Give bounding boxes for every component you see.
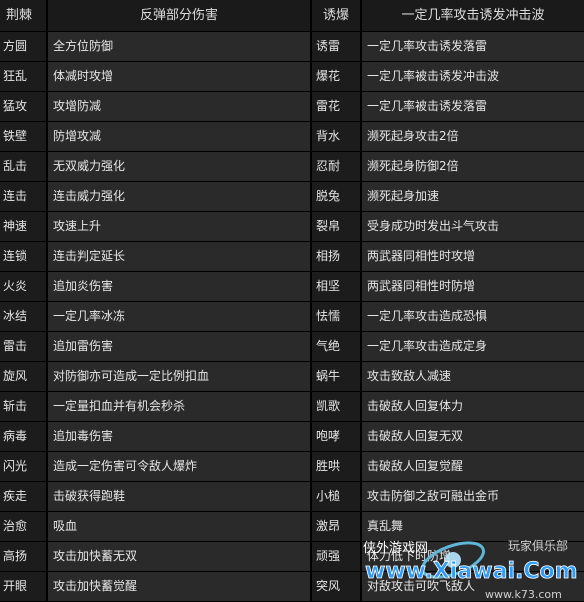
skill-effect-cell: 濒死起身攻击2倍 bbox=[362, 122, 584, 152]
skill-name-cell: 咆哮 bbox=[312, 422, 362, 452]
skill-effect-cell: 击破敌人回复体力 bbox=[362, 392, 584, 422]
skill-effect-cell: 追加雷伤害 bbox=[48, 332, 312, 362]
skill-name-cell: 铁壁 bbox=[0, 122, 48, 152]
skill-effect-cell: 攻击加快蓄无双 bbox=[48, 542, 312, 572]
skill-name-cell: 闪光 bbox=[0, 452, 48, 482]
skill-effect-cell: 一定几率攻击造成定身 bbox=[362, 332, 584, 362]
skill-name-cell: 气绝 bbox=[312, 332, 362, 362]
skill-name-cell: 裂帛 bbox=[312, 212, 362, 242]
skill-effect-cell: 全方位防御 bbox=[48, 32, 312, 62]
header-cell: 荆棘 bbox=[0, 0, 48, 32]
skill-effect-cell: 攻击加快蓄觉醒 bbox=[48, 572, 312, 602]
skill-name-cell: 脱兔 bbox=[312, 182, 362, 212]
skill-effect-cell: 一定几率攻击诱发落雷 bbox=[362, 32, 584, 62]
skill-effect-cell: 防增攻减 bbox=[48, 122, 312, 152]
skill-effect-cell: 造成一定伤害可令敌人爆炸 bbox=[48, 452, 312, 482]
skill-name-cell: 旋风 bbox=[0, 362, 48, 392]
skill-effect-cell: 濒死起身加速 bbox=[362, 182, 584, 212]
skill-effect-cell: 吸血 bbox=[48, 512, 312, 542]
skill-effect-cell: 击破敌人回复觉醒 bbox=[362, 452, 584, 482]
skill-name-cell: 爆花 bbox=[312, 62, 362, 92]
skill-name-cell: 背水 bbox=[312, 122, 362, 152]
skill-name-cell: 激昂 bbox=[312, 512, 362, 542]
skill-effect-cell: 体力低下时防增 bbox=[362, 542, 584, 572]
skill-name-cell: 相扬 bbox=[312, 242, 362, 272]
skill-name-cell: 雷花 bbox=[312, 92, 362, 122]
skill-effect-cell: 真乱舞 bbox=[362, 512, 584, 542]
skill-effect-cell: 连击判定延长 bbox=[48, 242, 312, 272]
skill-name-cell: 病毒 bbox=[0, 422, 48, 452]
skill-name-cell: 高扬 bbox=[0, 542, 48, 572]
skill-name-cell: 连锁 bbox=[0, 242, 48, 272]
skill-effect-cell: 一定几率被击诱发冲击波 bbox=[362, 62, 584, 92]
skill-effect-cell: 攻击致敌人减速 bbox=[362, 362, 584, 392]
skill-effect-cell: 追加炎伤害 bbox=[48, 272, 312, 302]
skill-name-cell: 蜗牛 bbox=[312, 362, 362, 392]
skill-effect-cell: 对防御亦可造成一定比例扣血 bbox=[48, 362, 312, 392]
skill-name-cell: 突风 bbox=[312, 572, 362, 602]
skill-effect-cell: 一定几率冰冻 bbox=[48, 302, 312, 332]
header-cell: 反弹部分伤害 bbox=[48, 0, 312, 32]
skill-name-cell: 神速 bbox=[0, 212, 48, 242]
skill-effect-cell: 连击威力强化 bbox=[48, 182, 312, 212]
skill-effect-cell: 追加毒伤害 bbox=[48, 422, 312, 452]
skill-name-cell: 胜哄 bbox=[312, 452, 362, 482]
skill-effect-cell: 击破获得跑鞋 bbox=[48, 482, 312, 512]
skill-name-cell: 顽强 bbox=[312, 542, 362, 572]
skill-name-cell: 凯歌 bbox=[312, 392, 362, 422]
skill-name-cell: 冰结 bbox=[0, 302, 48, 332]
skill-effect-cell: 攻速上升 bbox=[48, 212, 312, 242]
skill-name-cell: 火炎 bbox=[0, 272, 48, 302]
skill-name-cell: 乱击 bbox=[0, 152, 48, 182]
skill-effect-cell: 一定几率攻击造成恐惧 bbox=[362, 302, 584, 332]
header-cell: 一定几率攻击诱发冲击波 bbox=[362, 0, 584, 32]
skill-effect-cell: 攻击防御之敌可融出金币 bbox=[362, 482, 584, 512]
skill-name-cell: 开眼 bbox=[0, 572, 48, 602]
skill-name-cell: 斩击 bbox=[0, 392, 48, 422]
header-cell: 诱爆 bbox=[312, 0, 362, 32]
skill-effect-cell: 两武器同相性时攻增 bbox=[362, 242, 584, 272]
skill-name-cell: 小槌 bbox=[312, 482, 362, 512]
skill-effect-cell: 两武器同相性时防增 bbox=[362, 272, 584, 302]
skill-name-cell: 连击 bbox=[0, 182, 48, 212]
skill-name-cell: 狂乱 bbox=[0, 62, 48, 92]
skill-effect-cell: 无双威力强化 bbox=[48, 152, 312, 182]
skill-effect-cell: 体减时攻增 bbox=[48, 62, 312, 92]
skill-effect-cell: 一定量扣血并有机会秒杀 bbox=[48, 392, 312, 422]
skill-name-cell: 怯懦 bbox=[312, 302, 362, 332]
skill-name-cell: 诱雷 bbox=[312, 32, 362, 62]
skill-name-cell: 猛攻 bbox=[0, 92, 48, 122]
skill-effect-cell: 击破敌人回复无双 bbox=[362, 422, 584, 452]
skill-effect-cell: 受身成功时发出斗气攻击 bbox=[362, 212, 584, 242]
skill-name-cell: 疾走 bbox=[0, 482, 48, 512]
skill-effect-cell: 攻增防减 bbox=[48, 92, 312, 122]
skill-name-cell: 治愈 bbox=[0, 512, 48, 542]
skill-table: 荆棘 反弹部分伤害 诱爆 一定几率攻击诱发冲击波 方圆 全方位防御 诱雷 一定几率攻击… bbox=[0, 0, 584, 602]
skill-effect-cell: 对敌攻击可吹飞敌人 bbox=[362, 572, 584, 602]
skill-name-cell: 方圆 bbox=[0, 32, 48, 62]
skill-name-cell: 忍耐 bbox=[312, 152, 362, 182]
skill-effect-cell: 濒死起身防御2倍 bbox=[362, 152, 584, 182]
skill-name-cell: 相坚 bbox=[312, 272, 362, 302]
skill-effect-cell: 一定几率被击诱发落雷 bbox=[362, 92, 584, 122]
skill-name-cell: 雷击 bbox=[0, 332, 48, 362]
